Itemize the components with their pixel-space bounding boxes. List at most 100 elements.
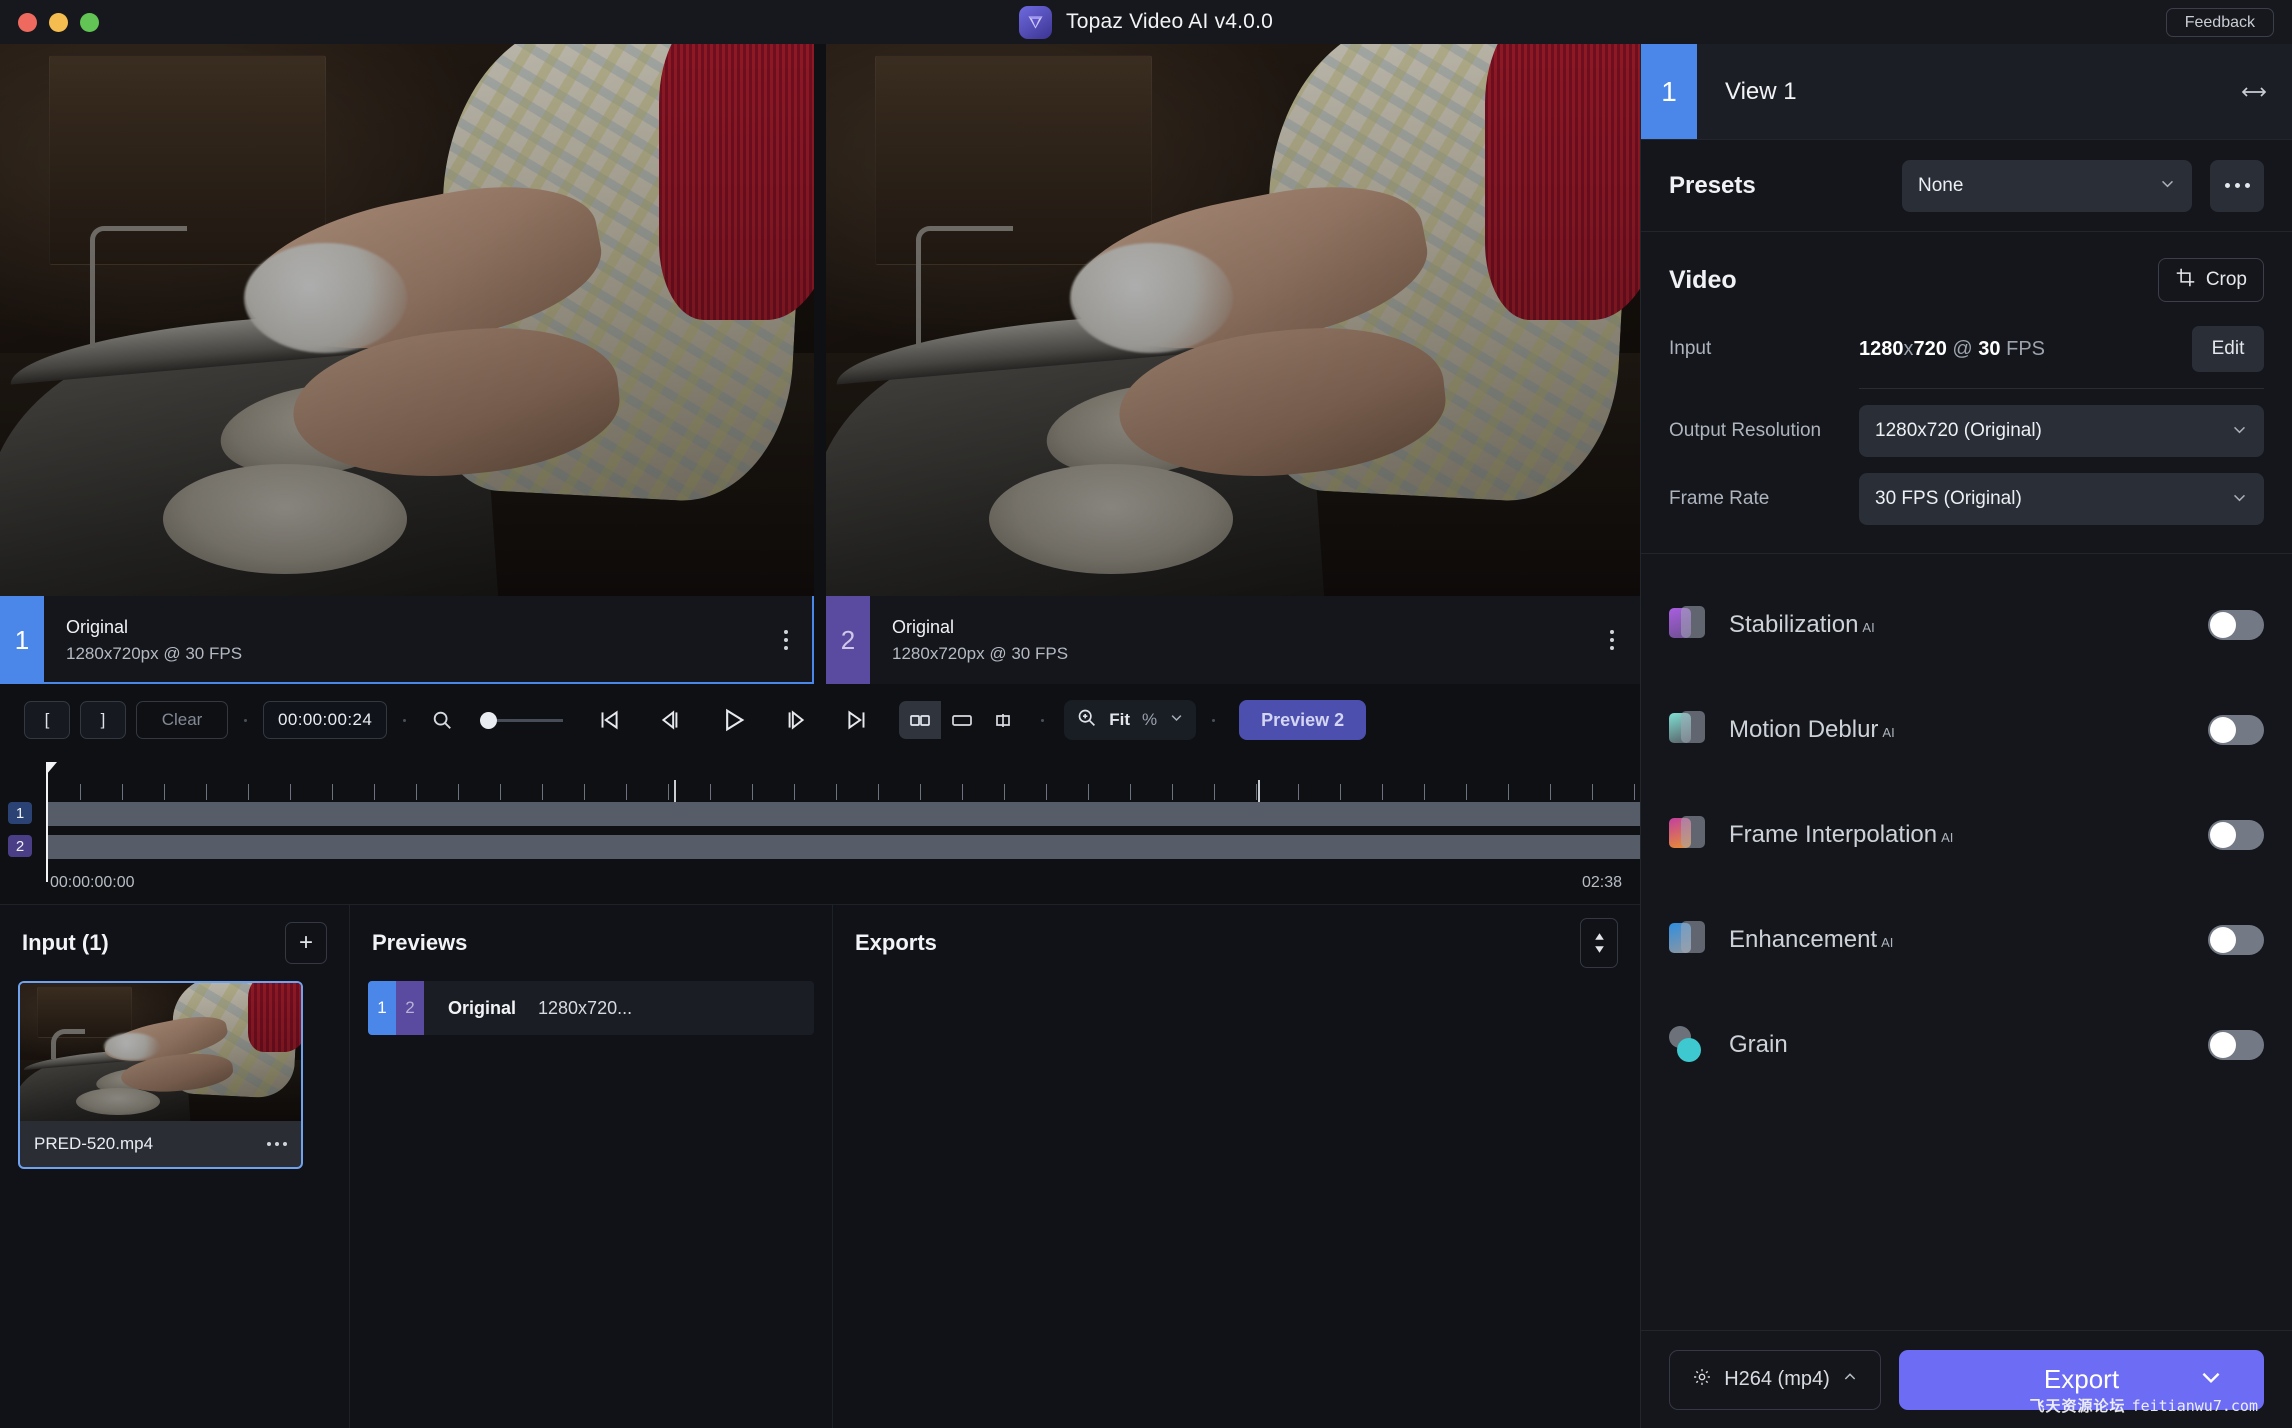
video-name-2: Original [892, 616, 955, 637]
timeline-ticks [46, 784, 1640, 800]
video-pane-2[interactable]: 2 Original 1280x720px @ 30 FPS [826, 44, 1640, 684]
step-forward-icon[interactable] [769, 700, 821, 740]
edit-input-button[interactable]: Edit [2192, 326, 2264, 372]
video-label-1: 1 Original 1280x720px @ 30 FPS [0, 596, 814, 684]
timeline-track-2[interactable] [46, 835, 1640, 859]
divider-dot [403, 718, 407, 722]
input-fps-unit: FPS [2000, 337, 2045, 360]
crop-label: Crop [2205, 269, 2247, 290]
codec-label: H264 (mp4) [1724, 1368, 1830, 1390]
play-icon[interactable] [707, 700, 759, 740]
filter-row-grain[interactable]: Grain [1669, 992, 2264, 1097]
zoom-in-icon [1076, 707, 1097, 733]
filter-toggle-4[interactable] [2208, 1029, 2264, 1060]
input-thumbnail[interactable] [20, 983, 301, 1121]
magnifier-icon[interactable] [422, 701, 462, 739]
skip-to-start-icon[interactable] [583, 700, 635, 740]
filter-name: Frame Interpolation [1729, 820, 1938, 848]
filter-row-stabilization[interactable]: Stabilization AI [1669, 572, 2264, 677]
add-input-button[interactable]: + [285, 922, 327, 964]
left-workspace: 1 Original 1280x720px @ 30 FPS 2 Origina… [0, 44, 1640, 1428]
output-resolution-select[interactable]: 1280x720 (Original) [1859, 405, 2264, 457]
exports-panel-header: Exports [833, 905, 1640, 981]
chevron-down-icon[interactable] [1169, 710, 1184, 730]
zoom-slider-track[interactable] [497, 718, 564, 722]
input-fps: 30 [1978, 337, 2001, 360]
input-width: 1280 [1859, 337, 1904, 360]
video-pane-1[interactable]: 1 Original 1280x720px @ 30 FPS [0, 44, 814, 684]
presets-more-options-icon[interactable] [2210, 159, 2264, 212]
preview-button[interactable]: Preview 2 [1239, 700, 1367, 740]
filter-toggle-1[interactable] [2208, 714, 2264, 745]
chevron-down-icon [2231, 489, 2248, 510]
input-panel-header: Input (1) + [0, 905, 349, 981]
export-button[interactable]: Export [1899, 1349, 2264, 1410]
app-title-group: Topaz Video AI v4.0.0 [0, 0, 2292, 44]
timeline-track-1[interactable] [46, 802, 1640, 826]
close-window-button[interactable] [18, 12, 37, 32]
codec-select-button[interactable]: H264 (mp4) [1669, 1349, 1881, 1410]
filter-name: Motion Deblur [1729, 715, 1879, 743]
feedback-button[interactable]: Feedback [2165, 8, 2274, 37]
timecode-field[interactable]: 00:00:00:24 [263, 701, 388, 739]
sort-updown-icon[interactable] [1580, 918, 1618, 968]
presets-select[interactable]: None [1902, 159, 2192, 212]
timeline-playhead[interactable] [46, 762, 57, 882]
filter-toggle-2[interactable] [2208, 819, 2264, 850]
video-meta-1: Original 1280x720px @ 30 FPS [44, 596, 758, 684]
preview-item-name: Original [448, 997, 517, 1018]
filter-toggle-0[interactable] [2208, 609, 2264, 640]
preview-list-item[interactable]: 1 2 Original 1280x720... [368, 981, 814, 1035]
zoom-slider[interactable] [480, 711, 564, 729]
minimize-window-button[interactable] [49, 12, 68, 32]
filter-ai-tag: AI [1881, 934, 1894, 950]
crop-button[interactable]: Crop [2157, 258, 2264, 302]
timeline-tracks[interactable] [46, 802, 1640, 868]
skip-to-end-icon[interactable] [831, 700, 883, 740]
input-item-card[interactable]: PRED-520.mp4 [18, 981, 303, 1169]
set-out-point-button[interactable]: ] [80, 701, 126, 739]
more-options-icon[interactable] [267, 1142, 287, 1146]
single-view-icon[interactable] [941, 701, 983, 739]
video-still-1 [0, 44, 814, 596]
video-frame-1[interactable] [0, 44, 814, 596]
input-height: 720 [1913, 337, 1947, 360]
video-settings-section: Video Crop Input 1280x720 @ 30 FPS Edit [1641, 232, 2292, 554]
frame-rate-select[interactable]: 30 FPS (Original) [1859, 473, 2264, 525]
step-back-icon[interactable] [645, 700, 697, 740]
presets-label: Presets [1669, 171, 1756, 199]
filter-name: Stabilization [1729, 610, 1859, 638]
video-info-1: 1280x720px @ 30 FPS [66, 643, 243, 663]
side-by-side-compare-icon[interactable] [983, 701, 1025, 739]
zoom-level-control[interactable]: Fit % [1064, 700, 1197, 740]
split-view-icon[interactable] [899, 701, 942, 739]
filter-ai-tag: AI [1882, 724, 1895, 740]
maximize-window-button[interactable] [80, 12, 99, 32]
chevron-down-icon[interactable] [2198, 1364, 2224, 1396]
preview-item-text: Original 1280x720... [424, 981, 814, 1035]
export-label: Export [2043, 1364, 2120, 1394]
settings-panel: 1 View 1 Presets None Video Crop Input 1… [1640, 44, 2292, 1428]
filter-row-frame-interpolation[interactable]: Frame Interpolation AI [1669, 782, 2264, 887]
video-label-2: 2 Original 1280x720px @ 30 FPS [826, 596, 1640, 684]
set-in-point-button[interactable]: [ [24, 701, 70, 739]
timeline[interactable]: 1 2 00:00:00:00 02:38 [0, 756, 1640, 904]
timeline-rail[interactable]: 00:00:00:00 02:38 [46, 756, 1640, 904]
input-panel-title: Input (1) [22, 930, 109, 955]
horizontal-resize-icon[interactable] [2216, 44, 2292, 139]
zoom-slider-knob[interactable] [480, 711, 498, 729]
gear-icon [1692, 1367, 1712, 1393]
filter-row-enhancement[interactable]: Enhancement AI [1669, 887, 2264, 992]
video-info-2: 1280x720px @ 30 FPS [892, 643, 1069, 663]
video-section-title: Video [1669, 265, 1737, 294]
filter-toggle-3[interactable] [2208, 924, 2264, 955]
filter-label-4: Grain [1729, 1031, 2208, 1059]
filter-row-motion-deblur[interactable]: Motion Deblur AI [1669, 677, 2264, 782]
frame-interpolation-icon [1669, 815, 1707, 854]
video-options-1-icon[interactable] [758, 596, 814, 684]
output-resolution-row: Output Resolution 1280x720 (Original) [1669, 405, 2264, 457]
app-title: Topaz Video AI v4.0.0 [1066, 10, 1273, 33]
video-options-2-icon[interactable] [1584, 596, 1640, 684]
clear-button[interactable]: Clear [136, 701, 228, 739]
video-frame-2[interactable] [826, 44, 1640, 596]
